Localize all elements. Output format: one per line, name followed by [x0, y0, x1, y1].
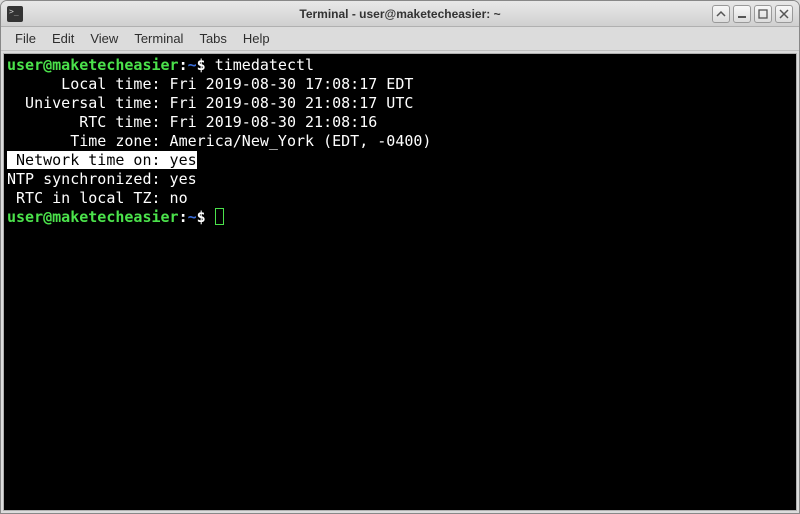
menu-tabs[interactable]: Tabs [191, 28, 234, 49]
menu-help[interactable]: Help [235, 28, 278, 49]
menu-file[interactable]: File [7, 28, 44, 49]
maximize-button[interactable] [754, 5, 772, 23]
window-title: Terminal - user@maketecheasier: ~ [1, 7, 799, 21]
out-ntp-label: NTP synchronized: [7, 170, 161, 188]
prompt-userhost: user@maketecheasier [7, 56, 179, 74]
out-rtc-value: Fri 2019-08-30 21:08:16 [161, 113, 378, 131]
out-utc-label: Universal time: [7, 94, 161, 112]
out-local-value: Fri 2019-08-30 17:08:17 EDT [161, 75, 414, 93]
chevron-up-icon [716, 9, 726, 19]
menu-edit[interactable]: Edit [44, 28, 82, 49]
out-rtctz-value: no [161, 189, 188, 207]
out-tz-value: America/New_York (EDT, -0400) [161, 132, 432, 150]
close-icon [779, 9, 789, 19]
terminal[interactable]: user@maketecheasier:~$ timedatectl Local… [3, 53, 797, 511]
out-ntp-value: yes [161, 170, 197, 188]
prompt-path-2: ~ [188, 208, 197, 226]
terminal-area: user@maketecheasier:~$ timedatectl Local… [1, 51, 799, 513]
titlebar[interactable]: Terminal - user@maketecheasier: ~ [1, 1, 799, 27]
out-tz-label: Time zone: [7, 132, 161, 150]
menu-terminal[interactable]: Terminal [126, 28, 191, 49]
menu-view[interactable]: View [82, 28, 126, 49]
prompt-sep-2: : [179, 208, 188, 226]
prompt-path: ~ [188, 56, 197, 74]
maximize-icon [758, 9, 768, 19]
out-net-label: Network time on: [7, 151, 161, 169]
minimize-icon [737, 9, 747, 19]
prompt-symbol: $ [197, 56, 206, 74]
menubar: File Edit View Terminal Tabs Help [1, 27, 799, 51]
terminal-app-icon [7, 6, 23, 22]
out-local-label: Local time: [7, 75, 161, 93]
terminal-window: Terminal - user@maketecheasier: ~ File E… [0, 0, 800, 514]
minimize-button[interactable] [733, 5, 751, 23]
prompt-userhost-2: user@maketecheasier [7, 208, 179, 226]
close-button[interactable] [775, 5, 793, 23]
cursor-icon [215, 208, 224, 225]
out-utc-value: Fri 2019-08-30 21:08:17 UTC [161, 94, 414, 112]
out-net-value: yes [161, 151, 197, 169]
out-rtc-label: RTC time: [7, 113, 161, 131]
window-buttons [712, 5, 793, 23]
prompt-symbol-2: $ [197, 208, 206, 226]
command-1: timedatectl [206, 56, 314, 74]
toggle-up-button[interactable] [712, 5, 730, 23]
out-rtctz-label: RTC in local TZ: [7, 189, 161, 207]
prompt-sep: : [179, 56, 188, 74]
